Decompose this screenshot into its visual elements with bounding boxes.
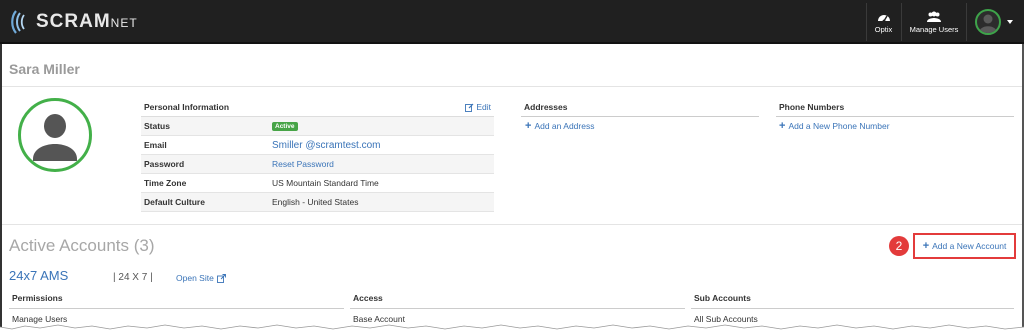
user-menu-caret-icon[interactable] xyxy=(1007,20,1013,24)
time-zone-label: Time Zone xyxy=(144,178,187,188)
default-culture-label: Default Culture xyxy=(144,197,205,207)
password-label: Password xyxy=(144,159,185,169)
add-phone-number-label: Add a New Phone Number xyxy=(788,121,890,131)
avatar-icon xyxy=(33,114,77,161)
sub-accounts-column-divider xyxy=(691,308,1014,309)
add-new-account-button[interactable]: + Add a New Account xyxy=(913,233,1016,259)
add-phone-number-link[interactable]: + Add a New Phone Number xyxy=(779,120,890,132)
addresses-title: Addresses xyxy=(524,102,568,112)
external-link-icon xyxy=(216,273,226,283)
phone-numbers-divider xyxy=(776,116,1014,117)
user-menu-avatar[interactable] xyxy=(975,9,1001,35)
users-icon xyxy=(927,11,941,22)
personal-information-header: Personal Information Edit xyxy=(141,98,494,117)
header-divider xyxy=(2,86,1022,87)
step-callout-badge: 2 xyxy=(889,236,909,256)
edit-link[interactable]: Edit xyxy=(465,102,491,112)
reset-password-link[interactable]: Reset Password xyxy=(272,159,334,169)
status-label: Status xyxy=(144,121,170,131)
add-address-link[interactable]: + Add an Address xyxy=(525,120,595,132)
optix-label: Optix xyxy=(874,24,893,34)
plus-icon: + xyxy=(922,240,930,252)
manage-users-nav-button[interactable]: Manage Users xyxy=(901,3,967,41)
email-label: Email xyxy=(144,140,167,150)
account-name-link[interactable]: 24x7 AMS xyxy=(9,268,68,283)
avatar-icon xyxy=(979,14,997,33)
email-value-link[interactable]: Smiller @scramtest.com xyxy=(272,140,381,151)
manage-users-label: Manage Users xyxy=(909,24,959,34)
time-zone-value: US Mountain Standard Time xyxy=(272,178,379,188)
scramnet-logo[interactable]: SCRAMNET xyxy=(10,9,138,35)
plus-icon: + xyxy=(525,120,532,132)
personal-information-title: Personal Information xyxy=(144,102,230,112)
phone-numbers-title: Phone Numbers xyxy=(779,102,845,112)
password-row: Password Reset Password xyxy=(141,155,494,174)
plus-icon: + xyxy=(779,120,786,132)
account-type-label: | 24 X 7 | xyxy=(113,272,153,283)
sub-accounts-column-header: Sub Accounts xyxy=(694,293,751,303)
top-navbar: SCRAMNET Optix Manage Users xyxy=(0,0,1024,44)
edit-label: Edit xyxy=(476,102,491,112)
optix-dashboard-icon xyxy=(877,14,890,22)
active-accounts-heading: Active Accounts (3) xyxy=(9,236,155,255)
open-site-link[interactable]: Open Site xyxy=(176,273,226,283)
open-site-label: Open Site xyxy=(176,273,214,283)
add-new-account-label: Add a New Account xyxy=(932,241,1007,251)
section-divider xyxy=(2,224,1022,225)
access-column-divider xyxy=(350,308,685,309)
scram-logo-icon xyxy=(11,10,25,34)
access-column-header: Access xyxy=(353,293,383,303)
torn-edge-decoration xyxy=(0,324,1024,332)
status-row: Status Active xyxy=(141,117,494,136)
permissions-column-divider xyxy=(9,308,344,309)
edit-icon xyxy=(465,103,474,112)
logo-text: SCRAMNET xyxy=(36,11,138,32)
personal-information-table: Personal Information Edit Status Active … xyxy=(141,98,494,212)
addresses-divider xyxy=(521,116,759,117)
profile-avatar xyxy=(18,98,92,172)
time-zone-row: Time Zone US Mountain Standard Time xyxy=(141,174,494,193)
user-name-heading: Sara Miller xyxy=(9,61,80,77)
email-row: Email Smiller @scramtest.com xyxy=(141,136,494,155)
add-address-label: Add an Address xyxy=(534,121,595,131)
default-culture-row: Default Culture English - United States xyxy=(141,193,494,212)
status-badge: Active xyxy=(272,121,298,131)
default-culture-value: English - United States xyxy=(272,197,359,207)
permissions-column-header: Permissions xyxy=(12,293,63,303)
optix-nav-button[interactable]: Optix xyxy=(866,3,900,41)
